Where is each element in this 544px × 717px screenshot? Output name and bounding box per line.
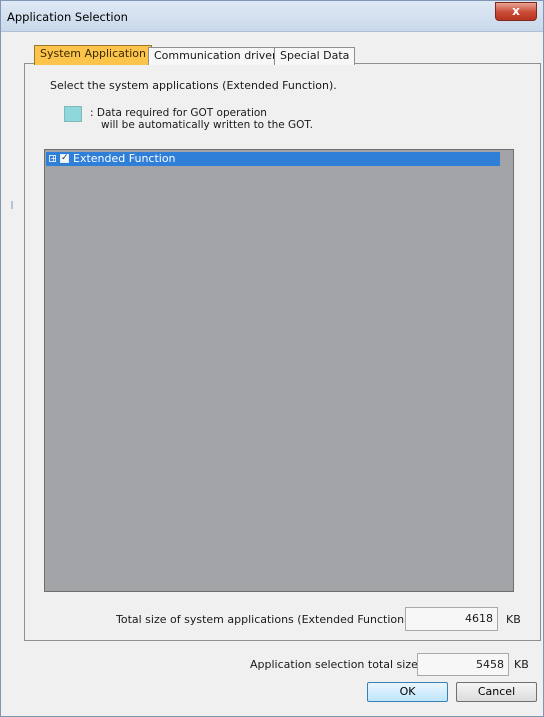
tree-item-extended-function[interactable]: + ✓ Extended Function xyxy=(46,152,500,166)
legend-swatch xyxy=(64,106,82,122)
legend-text-line2: will be automatically written to the GOT… xyxy=(101,119,313,131)
app-total-unit: KB xyxy=(514,658,529,671)
ok-button[interactable]: OK xyxy=(367,682,448,702)
tab-special-data[interactable]: Special Data xyxy=(274,47,356,65)
tree-item-label: Extended Function xyxy=(73,152,176,165)
tab-label: System Application xyxy=(40,47,146,60)
cancel-button[interactable]: Cancel xyxy=(456,682,537,702)
tab-communication-driver[interactable]: Communication driver xyxy=(148,47,283,65)
system-total-unit: KB xyxy=(506,613,521,626)
legend-text-line1: : Data required for GOT operation xyxy=(90,107,267,119)
app-total-field: 5458 xyxy=(417,653,509,676)
application-selection-dialog: Application Selection x System Applicati… xyxy=(0,0,544,717)
window-edge-marker xyxy=(11,201,13,209)
tab-label: Special Data xyxy=(280,49,350,62)
system-total-label: Total size of system applications (Exten… xyxy=(116,613,413,626)
checkbox-icon[interactable]: ✓ xyxy=(60,154,69,163)
window-title: Application Selection xyxy=(7,10,128,24)
close-icon: x xyxy=(512,4,520,18)
description-text: Select the system applications (Extended… xyxy=(50,79,337,92)
title-bar: Application Selection x xyxy=(1,1,543,32)
system-total-field: 4618 xyxy=(405,607,498,631)
application-tree[interactable]: + ✓ Extended Function xyxy=(44,149,514,592)
app-total-label: Application selection total size: xyxy=(250,658,422,671)
tab-system-application[interactable]: System Application xyxy=(34,45,152,65)
expand-icon[interactable]: + xyxy=(49,155,57,163)
tab-label: Communication driver xyxy=(154,49,277,62)
close-button[interactable]: x xyxy=(495,2,537,21)
